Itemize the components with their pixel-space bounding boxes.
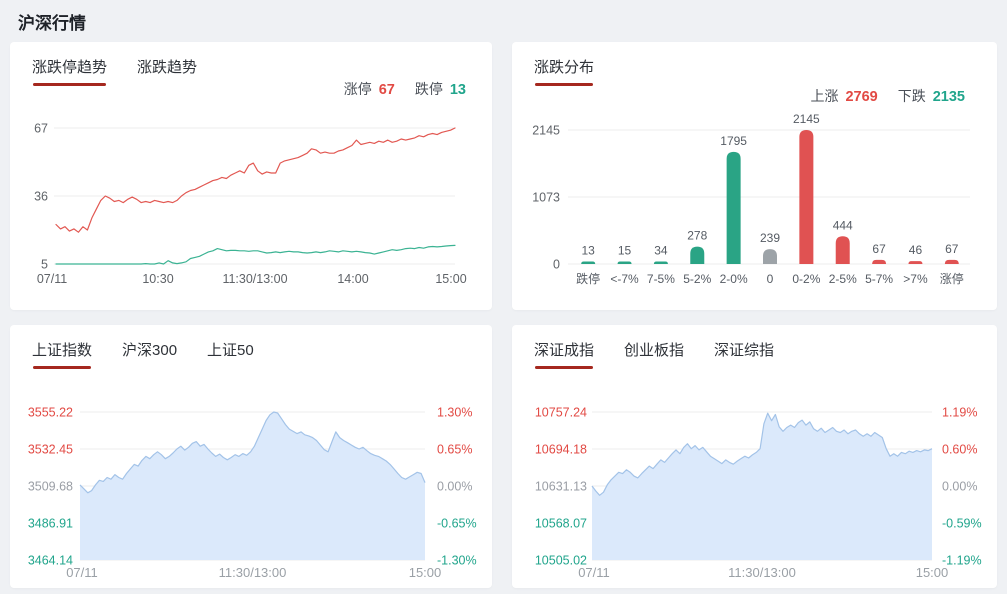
tab-updown-trend[interactable]: 涨跌趋势 [137, 56, 197, 86]
svg-text:0.60%: 0.60% [942, 443, 977, 457]
limit-up-value: 67 [379, 82, 395, 98]
svg-text:07/11: 07/11 [37, 272, 67, 286]
svg-text:跌停: 跌停 [576, 271, 600, 286]
svg-text:34: 34 [654, 244, 668, 258]
tab-distribution[interactable]: 涨跌分布 [534, 56, 594, 86]
svg-text:2145: 2145 [532, 124, 560, 138]
svg-text:239: 239 [760, 231, 780, 245]
svg-text:3532.45: 3532.45 [28, 443, 73, 457]
svg-text:>7%: >7% [903, 272, 928, 286]
svg-text:46: 46 [909, 243, 923, 257]
svg-text:15: 15 [618, 244, 632, 258]
svg-text:0: 0 [767, 272, 774, 286]
svg-text:-0.65%: -0.65% [437, 517, 477, 531]
limit-trend-tabs: 涨跌停趋势 涨跌趋势 [32, 56, 197, 86]
svg-text:5-7%: 5-7% [865, 272, 893, 286]
svg-text:-0.59%: -0.59% [942, 517, 982, 531]
limit-down-value: 13 [450, 82, 466, 98]
svg-text:10631.13: 10631.13 [535, 480, 587, 494]
svg-text:67: 67 [945, 242, 959, 256]
svg-text:67: 67 [872, 242, 886, 256]
sz-index-tabs: 深证成指 创业板指 深证综指 [534, 339, 774, 369]
distribution-legend: 上涨 2769 下跌 2135 [810, 86, 965, 106]
svg-text:07/11: 07/11 [578, 565, 610, 580]
decliners-legend-item: 下跌 2135 [898, 86, 965, 106]
svg-text:3486.91: 3486.91 [28, 517, 73, 531]
svg-text:0.00%: 0.00% [942, 480, 977, 494]
svg-text:0.00%: 0.00% [437, 480, 472, 494]
svg-text:11:30/13:00: 11:30/13:00 [728, 565, 796, 580]
decliners-label: 下跌 [898, 86, 926, 106]
advancers-label: 上涨 [810, 86, 838, 106]
limit-up-label: 涨停 [344, 79, 372, 99]
svg-text:444: 444 [833, 218, 853, 232]
tab-limit-updown-trend[interactable]: 涨跌停趋势 [32, 56, 107, 86]
svg-text:36: 36 [34, 190, 48, 204]
limit-down-label: 跌停 [415, 79, 443, 99]
svg-text:15:00: 15:00 [916, 565, 949, 580]
limit-down-legend-item: 跌停 13 [415, 79, 466, 99]
svg-text:0: 0 [553, 258, 560, 272]
svg-text:2-0%: 2-0% [720, 272, 748, 286]
sh-index-tabs: 上证指数 沪深300 上证50 [32, 339, 254, 369]
svg-text:15:00: 15:00 [409, 565, 442, 580]
svg-text:11:30/13:00: 11:30/13:00 [219, 565, 287, 580]
decliners-value: 2135 [933, 89, 965, 105]
tab-sse50[interactable]: 上证50 [207, 339, 254, 369]
svg-text:5: 5 [41, 258, 48, 272]
svg-text:-1.30%: -1.30% [437, 554, 477, 568]
panel-sz-index: 深证成指 创业板指 深证综指 10757.24 1.19% 10694.18 0.60… [512, 325, 997, 588]
svg-text:10568.07: 10568.07 [535, 517, 587, 531]
svg-text:67: 67 [34, 122, 48, 136]
svg-text:2-5%: 2-5% [829, 272, 857, 286]
svg-text:10694.18: 10694.18 [535, 443, 587, 457]
distribution-tabs: 涨跌分布 [534, 56, 594, 86]
svg-text:13: 13 [582, 244, 596, 258]
svg-text:7-5%: 7-5% [647, 272, 675, 286]
svg-text:1.19%: 1.19% [942, 406, 977, 420]
panel-sh-index: 上证指数 沪深300 上证50 3555.22 1.30% 3532.45 0.65%… [10, 325, 492, 588]
tab-sse-composite[interactable]: 上证指数 [32, 339, 92, 369]
svg-text:5-2%: 5-2% [683, 272, 711, 286]
limit-up-legend-item: 涨停 67 [344, 79, 395, 99]
svg-text:3555.22: 3555.22 [28, 406, 73, 420]
svg-text:11:30/13:00: 11:30/13:00 [222, 272, 287, 286]
svg-text:10:30: 10:30 [142, 272, 173, 286]
svg-text:278: 278 [687, 229, 707, 243]
svg-text:2145: 2145 [793, 112, 820, 126]
svg-text:10757.24: 10757.24 [535, 406, 587, 420]
svg-text:3509.68: 3509.68 [28, 480, 73, 494]
panel-distribution: 涨跌分布 上涨 2769 下跌 2135 2145 1073 0 13 跌停 15 <-7%… [512, 42, 997, 310]
limit-trend-legend: 涨停 67 跌停 13 [344, 79, 466, 99]
svg-text:0-2%: 0-2% [792, 272, 820, 286]
panel-limit-trend: 涨跌停趋势 涨跌趋势 涨停 67 跌停 13 67 36 507/11 10:30 11… [10, 42, 492, 310]
advancers-value: 2769 [845, 89, 877, 105]
tab-szse-component[interactable]: 深证成指 [534, 339, 594, 369]
tab-chinext[interactable]: 创业板指 [624, 339, 684, 369]
svg-text:涨停: 涨停 [940, 271, 964, 286]
svg-text:1.30%: 1.30% [437, 406, 472, 420]
tab-csi300[interactable]: 沪深300 [122, 339, 177, 369]
svg-text:1073: 1073 [532, 190, 560, 204]
tab-szse-composite[interactable]: 深证综指 [714, 339, 774, 369]
svg-text:1795: 1795 [720, 134, 747, 148]
svg-text:<-7%: <-7% [610, 272, 639, 286]
svg-text:15:00: 15:00 [435, 272, 466, 286]
svg-text:07/11: 07/11 [66, 565, 98, 580]
advancers-legend-item: 上涨 2769 [810, 86, 877, 106]
svg-text:0.65%: 0.65% [437, 443, 472, 457]
svg-text:14:00: 14:00 [337, 272, 368, 286]
page-title: 沪深行情 [18, 9, 86, 34]
